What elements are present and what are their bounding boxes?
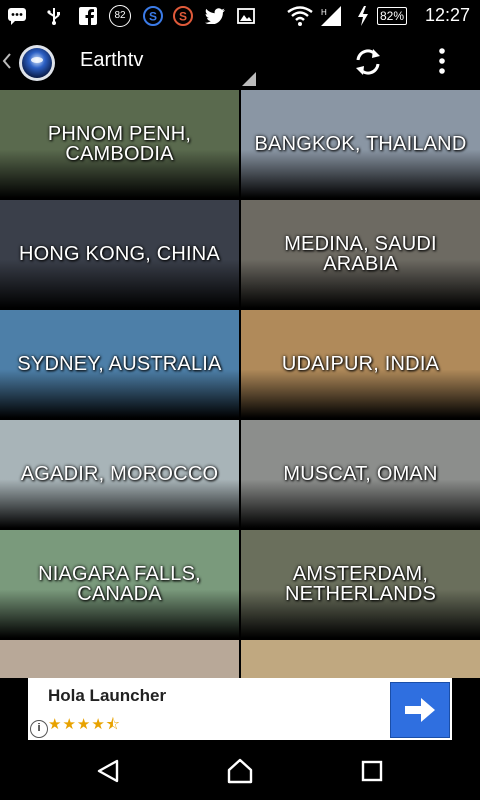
- city-tile[interactable]: UDAIPUR, INDIA: [241, 310, 480, 418]
- dropdown-corner-icon[interactable]: [240, 72, 256, 86]
- usb-icon: [44, 6, 64, 26]
- charging-icon: [356, 6, 370, 26]
- ad-info-icon[interactable]: i: [30, 720, 48, 738]
- city-grid: PHNOM PENH, CAMBODIA BANGKOK, THAILAND HON…: [0, 90, 480, 678]
- city-label: BANGKOK, THAILAND: [254, 133, 467, 155]
- twitter-icon: [204, 6, 226, 26]
- city-tile[interactable]: MEDINA, SAUDI ARABIA: [241, 200, 480, 308]
- city-label: AGADIR, MOROCCO: [20, 463, 219, 485]
- city-tile[interactable]: AGADIR, MOROCCO: [0, 420, 239, 528]
- city-tile[interactable]: SYDNEY, AUSTRALIA: [0, 310, 239, 418]
- notification-badge-icon: 82: [108, 5, 132, 27]
- svg-text:S: S: [149, 10, 157, 24]
- battery-percent: 82%: [376, 7, 408, 25]
- message-icon: [6, 6, 28, 26]
- signal-icon: H: [318, 6, 344, 26]
- s-app-icon: S: [172, 6, 194, 26]
- ad-card[interactable]: Hola Launcher ★★★★⯪ i: [28, 678, 452, 740]
- status-bar: 82 S S H 82% 12:27: [0, 0, 480, 32]
- ad-install-button[interactable]: [390, 682, 450, 738]
- svg-text:S: S: [179, 10, 187, 24]
- city-tile[interactable]: BUDAPEST,: [0, 640, 239, 678]
- city-label: NIAGARA FALLS, CANADA: [38, 563, 201, 605]
- recents-icon[interactable]: [352, 754, 392, 788]
- ad-banner[interactable]: Hola Launcher ★★★★⯪ i: [0, 678, 480, 740]
- city-label: UDAIPUR, INDIA: [281, 353, 440, 375]
- city-tile[interactable]: HONG KONG, CHINA: [0, 200, 239, 308]
- city-tile[interactable]: MUSCAT, OMAN: [241, 420, 480, 528]
- city-label: PHNOM PENH, CAMBODIA: [47, 123, 192, 165]
- action-bar: Earthtv: [0, 32, 480, 90]
- svg-text:H: H: [321, 8, 327, 17]
- refresh-icon[interactable]: [352, 46, 384, 78]
- back-icon[interactable]: [2, 52, 16, 72]
- city-label: SYDNEY, AUSTRALIA: [17, 353, 222, 375]
- city-tile[interactable]: AMSTERDAM, NETHERLANDS: [241, 530, 480, 638]
- notification-count: 82: [109, 5, 131, 27]
- app-title: Earthtv: [80, 49, 144, 71]
- city-label: AMSTERDAM, NETHERLANDS: [284, 563, 437, 605]
- arrow-right-icon: [405, 698, 435, 722]
- home-icon[interactable]: [220, 754, 260, 788]
- city-tile[interactable]: NIAGARA FALLS, CANADA: [0, 530, 239, 638]
- wifi-icon: [286, 6, 314, 26]
- city-tile[interactable]: PHNOM PENH, CAMBODIA: [0, 90, 239, 198]
- city-thumbnail: [0, 640, 239, 678]
- city-tile[interactable]: AUCKLAND, NEW: [241, 640, 480, 678]
- image-icon: [236, 6, 256, 26]
- app-logo-icon[interactable]: [18, 44, 56, 82]
- rating-stars: ★★★★⯪: [48, 716, 121, 733]
- back-triangle-icon[interactable]: [88, 754, 128, 788]
- city-label: MEDINA, SAUDI ARABIA: [284, 233, 437, 275]
- battery-icon: 82%: [374, 6, 410, 26]
- ad-title[interactable]: Hola Launcher: [48, 686, 166, 706]
- city-tile[interactable]: BANGKOK, THAILAND: [241, 90, 480, 198]
- navigation-bar: [0, 740, 480, 800]
- clock: 12:27: [424, 5, 470, 25]
- city-thumbnail: [241, 640, 480, 678]
- city-label: HONG KONG, CHINA: [19, 243, 220, 265]
- city-label: MUSCAT, OMAN: [283, 463, 438, 485]
- overflow-menu-icon[interactable]: [436, 46, 448, 78]
- circle-s-icon: S: [142, 6, 164, 26]
- facebook-icon: [78, 6, 98, 26]
